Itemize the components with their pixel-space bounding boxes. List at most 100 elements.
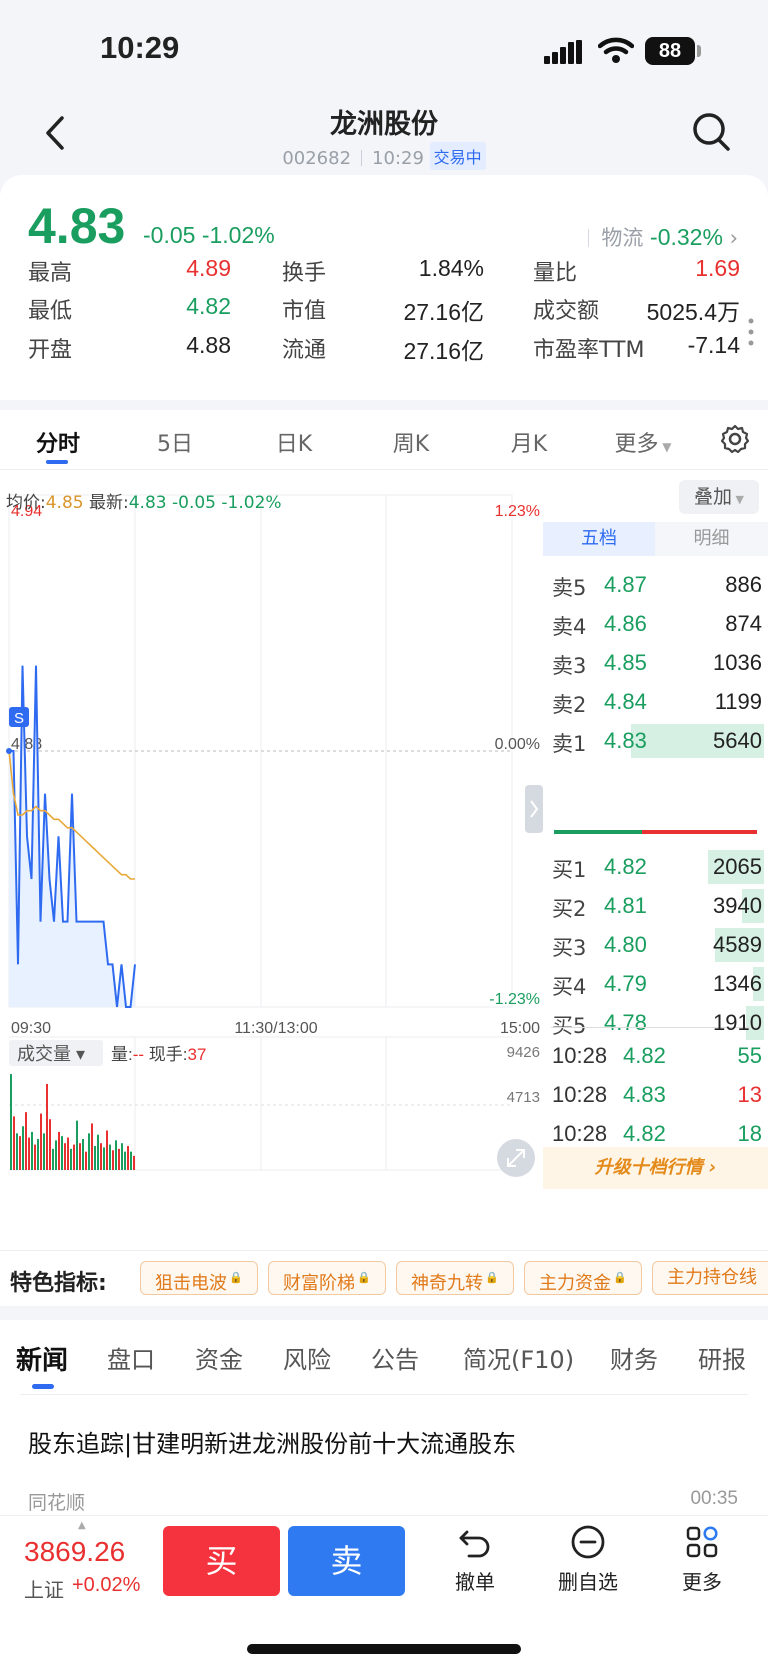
search-icon[interactable]	[690, 110, 734, 154]
level-volume: 4589	[713, 932, 762, 957]
more-label: 更多	[682, 1570, 722, 1594]
trade-volume: 18	[737, 1121, 762, 1146]
level-volume: 3940	[713, 893, 762, 918]
tab-weekly-k[interactable]: 周K	[371, 426, 451, 458]
tab-risk[interactable]: 风险	[283, 1340, 331, 1375]
latest-value: 4.83	[128, 493, 167, 513]
tab-capital[interactable]: 资金	[195, 1340, 243, 1375]
tab-trade-detail[interactable]: 明细	[655, 522, 768, 556]
volume-selector-label: 成交量 ▾	[17, 1044, 85, 1064]
x-axis-label: 15:00	[500, 1020, 540, 1037]
stat-item: 成交额 5025.4万	[533, 293, 740, 325]
level-price: 4.78	[604, 1010, 647, 1035]
buy-button[interactable]: 买	[163, 1526, 280, 1596]
level-price: 4.86	[604, 611, 647, 636]
stat-item: 开盘 4.88	[28, 332, 231, 363]
tab-monthly-k[interactable]: 月K	[489, 426, 569, 458]
sector-link[interactable]: 物流 -0.32% ›	[588, 222, 738, 252]
index-name: 上证	[24, 1578, 64, 1602]
index-value[interactable]: 3869.26	[24, 1536, 125, 1568]
tab-daily-k[interactable]: 日K	[254, 426, 334, 458]
tab-finance[interactable]: 财务	[610, 1340, 658, 1375]
status-time: 10:29	[100, 30, 180, 65]
overlay-button[interactable]: 叠加 ▼	[679, 480, 759, 514]
trading-status-badge: 交易中	[429, 142, 486, 170]
tab-research[interactable]: 研报	[698, 1340, 746, 1375]
volume-bar	[106, 1130, 108, 1170]
level-label: 卖3	[552, 654, 587, 678]
volume-bar	[58, 1131, 60, 1170]
lock-icon: 🔒	[229, 1271, 243, 1284]
stat-value: 1.84%	[418, 255, 484, 281]
stat-value: 4.82	[186, 293, 231, 319]
feature-wealth-ladder[interactable]: 财富阶梯 🔒	[268, 1261, 386, 1295]
level-volume: 5640	[713, 728, 762, 753]
stock-code: 002682	[282, 148, 352, 169]
bid-level-row[interactable]: 买2 4.81 3940	[543, 887, 768, 925]
quote-panel: 4.83 -0.05 -1.02% 物流 -0.32% › 最高 4.89 换手 1.…	[0, 175, 768, 400]
more-vertical-icon[interactable]	[747, 317, 755, 347]
more-menu-button[interactable]: 更多	[657, 1524, 747, 1604]
trade-row: 10:28 4.83 13	[543, 1076, 768, 1114]
upgrade-level10-button[interactable]: 升级十档行情 ›	[543, 1147, 768, 1189]
gear-icon[interactable]	[720, 424, 750, 454]
bottom-bar: ▲ 3869.26 上证 +0.02% 买 卖 撤单 删自选 更多	[0, 1515, 768, 1665]
remove-watchlist-button[interactable]: 删自选	[543, 1524, 633, 1604]
ask-level-row[interactable]: 卖3 4.85 1036	[543, 644, 768, 682]
bid-level-row[interactable]: 买3 4.80 4589	[543, 926, 768, 964]
ask-level-row[interactable]: 卖4 4.86 874	[543, 605, 768, 643]
level-price: 4.82	[604, 854, 647, 879]
volume-bar	[40, 1113, 42, 1170]
tab-handicap[interactable]: 盘口	[107, 1340, 155, 1375]
tab-news[interactable]: 新闻	[16, 1340, 68, 1377]
bid-level-row[interactable]: 买1 4.82 2065	[543, 848, 768, 886]
change-percent: -1.02%	[201, 222, 275, 248]
feature-main-capital[interactable]: 主力资金 🔒	[524, 1261, 642, 1295]
level-label: 卖1	[552, 732, 587, 756]
volume-bar	[37, 1138, 39, 1170]
latest-percent: -1.02%	[221, 493, 282, 513]
latest-change: -0.05	[172, 493, 216, 513]
level-volume: 886	[725, 572, 762, 597]
news-section: 新闻 盘口 资金 风险 公告 简况(F10) 财务 研报 股东追踪|甘建明新进龙…	[0, 1320, 768, 1520]
tab-five-levels[interactable]: 五档	[543, 522, 655, 556]
volume-bar	[61, 1136, 63, 1170]
volume-tick-label: 9426	[507, 1044, 540, 1061]
tab-more[interactable]: 更多 ▼	[603, 426, 683, 458]
stat-item: 流通 27.16亿	[282, 332, 484, 364]
tab-f10[interactable]: 简况(F10)	[463, 1340, 574, 1375]
feature-label: 主力资金	[539, 1273, 611, 1294]
news-headline[interactable]: 股东追踪|甘建明新进龙洲股份前十大流通股东	[28, 1424, 516, 1459]
ask-level-row[interactable]: 卖1 4.83 5640	[543, 722, 768, 760]
stock-sub-info: 002682 10:29 交易中	[0, 142, 768, 170]
signal-marker-label: S	[14, 710, 24, 727]
feature-magic-nine[interactable]: 神奇九转 🔒	[396, 1261, 514, 1295]
volume-bar	[55, 1140, 57, 1170]
tab-announcement[interactable]: 公告	[371, 1340, 419, 1375]
cancel-order-button[interactable]: 撤单	[430, 1524, 520, 1604]
tab-5day[interactable]: 5日	[135, 426, 215, 458]
stat-item: 最高 4.89	[28, 255, 231, 286]
sell-button[interactable]: 卖	[288, 1526, 405, 1596]
trade-price: 4.82	[623, 1043, 666, 1068]
volume-bar	[76, 1120, 78, 1170]
collapse-handle	[525, 785, 543, 833]
ask-level-row[interactable]: 卖5 4.87 886	[543, 566, 768, 604]
level-volume: 1199	[714, 689, 762, 714]
stat-value: 27.16亿	[403, 338, 484, 364]
volume-bar	[133, 1155, 135, 1170]
feature-label: 主力持仓线	[667, 1267, 757, 1288]
feature-main-holding-line[interactable]: 主力持仓线	[652, 1261, 768, 1295]
sector-change: -0.32%	[650, 224, 723, 250]
volume-bar	[124, 1151, 126, 1170]
volume-bar	[94, 1146, 96, 1170]
volume-bar	[121, 1143, 123, 1170]
ask-level-row[interactable]: 卖2 4.84 1199	[543, 683, 768, 721]
news-tab-indicator	[32, 1384, 54, 1389]
feature-sniper-wave[interactable]: 狙击电波 🔒	[140, 1261, 258, 1295]
grid-more-icon	[686, 1526, 718, 1558]
tab-intraday[interactable]: 分时	[18, 426, 98, 458]
bid-level-row[interactable]: 买4 4.79 1346	[543, 965, 768, 1003]
remove-watchlist-label: 删自选	[558, 1570, 618, 1594]
volume-bar	[82, 1138, 84, 1170]
